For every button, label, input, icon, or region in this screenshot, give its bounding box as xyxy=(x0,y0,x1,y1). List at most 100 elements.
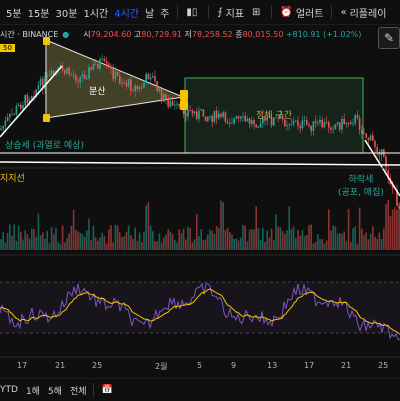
candle-body xyxy=(187,110,189,117)
candle-body xyxy=(301,120,304,129)
candle-body xyxy=(163,94,165,102)
candle-body xyxy=(369,135,372,141)
candle-body xyxy=(290,124,293,126)
volume-bar xyxy=(152,231,154,250)
candle-body xyxy=(22,105,24,109)
candle-body xyxy=(308,124,310,126)
volume-bar xyxy=(79,232,81,250)
drawing-handle[interactable] xyxy=(180,100,188,110)
candle-body xyxy=(26,94,29,104)
candle-body xyxy=(334,124,337,130)
x-axis-tick: 13 xyxy=(267,361,278,370)
candle-body xyxy=(121,83,123,85)
candle-body xyxy=(127,79,130,87)
uptrend-label[interactable]: 상승세 (과열로 예상) xyxy=(5,138,84,151)
candle-body xyxy=(339,122,341,130)
volume-bar xyxy=(383,228,385,250)
volume-bar xyxy=(15,240,18,250)
volume-bar xyxy=(299,235,301,250)
candle-body xyxy=(9,113,11,118)
volume-bar xyxy=(20,231,22,250)
downtrend-label[interactable]: 하락세 (공포, 매집) xyxy=(338,172,384,198)
volume-bar xyxy=(242,224,244,250)
candle-body xyxy=(116,71,119,77)
drawing-handle[interactable] xyxy=(43,37,50,45)
volume-bar xyxy=(50,227,53,250)
candle-body xyxy=(160,88,163,102)
candle-body xyxy=(365,133,367,139)
volume-bar xyxy=(185,239,187,250)
volume-bar xyxy=(363,234,365,250)
volume-bar xyxy=(123,236,125,250)
volume-bar xyxy=(83,236,86,250)
candle-body xyxy=(303,120,306,121)
chart-canvas[interactable] xyxy=(0,0,400,400)
volume-bar xyxy=(77,231,79,250)
drawing-handle[interactable] xyxy=(43,114,50,122)
volume-bar xyxy=(396,209,398,250)
volume-bar xyxy=(275,214,277,250)
volume-bar xyxy=(389,216,392,250)
volume-bar xyxy=(336,233,339,250)
volume-bar xyxy=(75,229,77,250)
volume-bar xyxy=(295,238,297,250)
drawing-handle[interactable] xyxy=(180,90,188,100)
volume-bar xyxy=(61,225,64,250)
candle-body xyxy=(259,123,262,128)
volume-bar xyxy=(229,232,231,250)
volume-bar xyxy=(270,228,273,250)
volume-bar xyxy=(176,242,178,250)
volume-bar xyxy=(312,243,315,250)
volume-bar xyxy=(310,224,312,250)
support-label[interactable]: 지지선 xyxy=(0,171,25,184)
volume-bar xyxy=(231,234,233,250)
candle-body xyxy=(229,122,231,124)
candle-body xyxy=(237,116,240,119)
candle-body xyxy=(68,67,70,75)
range-1y[interactable]: 1해 xyxy=(26,384,40,397)
volume-bar xyxy=(90,240,92,250)
candle-body xyxy=(233,118,235,124)
candle-body xyxy=(39,78,42,86)
candle-body xyxy=(297,120,299,127)
volume-bar xyxy=(158,233,161,250)
volume-bar xyxy=(365,232,367,250)
volume-bar xyxy=(255,206,257,250)
support-line-lower[interactable] xyxy=(0,161,400,166)
volume-bar xyxy=(44,238,46,250)
candle-body xyxy=(215,111,218,119)
calendar-icon[interactable]: 📅 xyxy=(102,385,113,395)
volume-bar xyxy=(105,243,108,250)
candle-body xyxy=(2,126,4,129)
volume-bar xyxy=(171,234,174,250)
consolidation-label[interactable]: 정체 구간 xyxy=(256,108,292,121)
volume-bar xyxy=(92,225,95,250)
volume-bar xyxy=(378,232,381,250)
volume-bar xyxy=(165,234,167,250)
volume-bar xyxy=(301,229,304,250)
x-axis-tick: 21 xyxy=(55,361,66,370)
oscillator-pane xyxy=(0,281,400,341)
volume-bar xyxy=(86,230,88,250)
volume-bar xyxy=(314,242,317,250)
volume-bar xyxy=(134,227,136,250)
volume-bar xyxy=(17,225,20,250)
volume-bar xyxy=(145,205,147,250)
divergence-triangle[interactable] xyxy=(45,39,185,119)
range-5y[interactable]: 5해 xyxy=(48,384,62,397)
volume-bar xyxy=(352,228,354,250)
candle-body xyxy=(299,126,301,129)
volume-bar xyxy=(147,202,150,250)
candle-body xyxy=(125,82,128,87)
candle-body xyxy=(99,59,101,69)
divergence-label[interactable]: 분산 xyxy=(89,84,106,97)
volume-bar xyxy=(28,238,31,250)
volume-bar xyxy=(380,239,383,250)
candle-body xyxy=(251,120,253,124)
range-ytd[interactable]: YTD xyxy=(0,385,18,395)
volume-bar xyxy=(198,236,200,250)
volume-bar xyxy=(57,242,59,250)
candle-body xyxy=(50,70,53,75)
volume-bar xyxy=(33,229,35,250)
range-all[interactable]: 전체 xyxy=(70,384,87,397)
